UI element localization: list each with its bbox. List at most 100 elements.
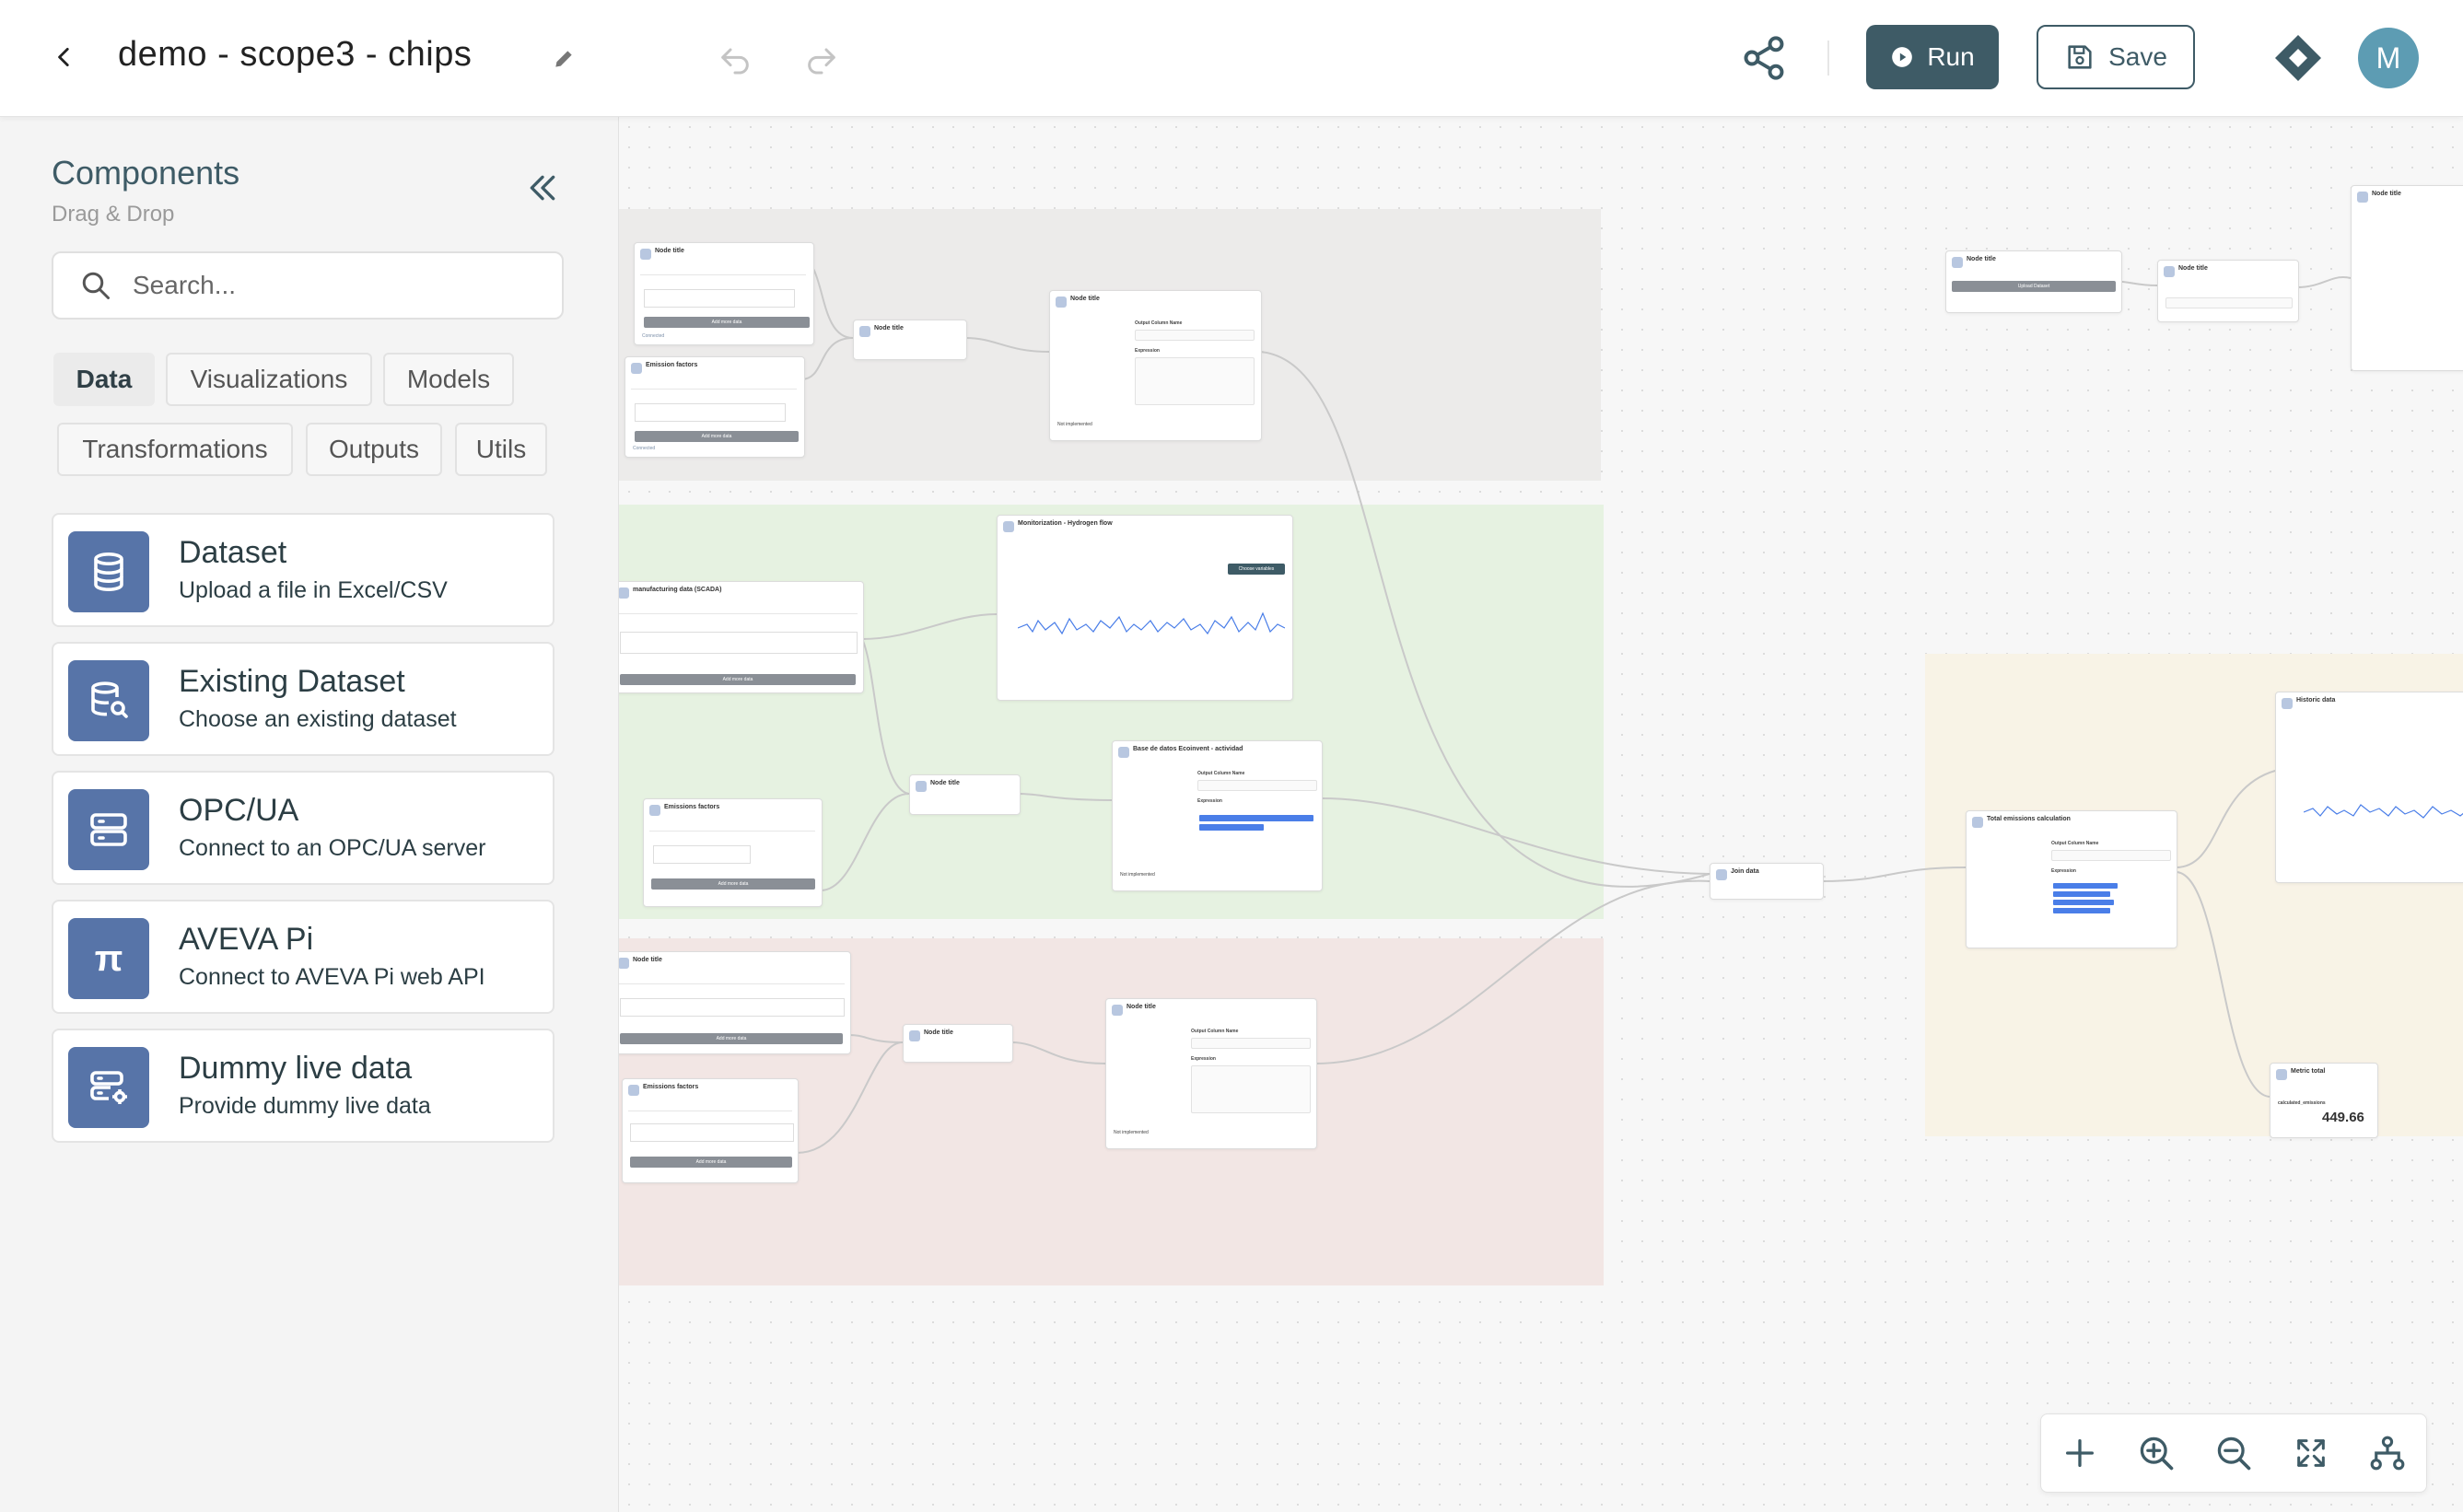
component-existing-dataset[interactable]: Existing Dataset Choose an existing data… — [52, 642, 554, 756]
component-name: Dummy live data — [179, 1051, 413, 1086]
zoom-out-button[interactable] — [2204, 1424, 2263, 1483]
node-title: Node title — [655, 248, 684, 254]
expression-input[interactable] — [1191, 1065, 1311, 1113]
undo-button[interactable] — [711, 35, 759, 83]
expression-highlight — [1199, 815, 1313, 821]
node-emission-factors[interactable]: Emission factors Add more data Connected — [625, 356, 805, 458]
node-emissions-factors-red[interactable]: Emissions factors Add more data — [622, 1078, 799, 1183]
node-expression-1[interactable]: Node title Output Column Name Expression… — [1049, 290, 1262, 441]
edge — [1821, 866, 1967, 882]
tab-models[interactable]: Models — [383, 353, 514, 406]
output-column-input[interactable] — [1197, 780, 1317, 791]
output-column-input[interactable] — [1135, 330, 1255, 341]
node-title: Base de datos Ecoinvent - actividad — [1133, 746, 1243, 752]
edge — [964, 337, 1050, 353]
fit-view-button[interactable] — [2282, 1424, 2340, 1483]
tab-transformations[interactable]: Transformations — [57, 423, 293, 476]
node-icon — [2357, 192, 2368, 203]
add-data-button[interactable]: Add more data — [644, 317, 810, 328]
node-manufacturing-data[interactable]: manufacturing data (SCADA) Add more data — [619, 581, 864, 693]
add-node-button[interactable] — [2050, 1424, 2109, 1483]
output-column-input[interactable] — [2051, 850, 2171, 861]
pi-icon: π — [68, 918, 149, 999]
node-output-text[interactable]: Node title — [2351, 185, 2463, 371]
node-dataset-red[interactable]: Node title Add more data — [619, 951, 851, 1054]
add-data-button[interactable]: Add more data — [630, 1157, 792, 1168]
sidebar-subtitle: Drag & Drop — [52, 202, 175, 227]
model-select[interactable] — [2165, 297, 2293, 308]
database-icon — [68, 531, 149, 612]
search-input[interactable] — [131, 270, 540, 301]
app-logo-icon[interactable] — [2270, 29, 2327, 87]
node-title: Node title — [930, 780, 960, 786]
share-button[interactable] — [1737, 31, 1791, 85]
user-avatar[interactable]: M — [2358, 28, 2419, 88]
node-title: Node title — [924, 1029, 953, 1036]
node-monitorization-chart[interactable]: Monitorization - Hydrogen flow Choose va… — [997, 515, 1293, 701]
save-label: Save — [2108, 42, 2167, 71]
node-preview-table — [635, 403, 786, 422]
tab-visualizations[interactable]: Visualizations — [166, 353, 372, 406]
undo-icon — [721, 48, 749, 75]
component-aveva-pi[interactable]: π AVEVA Pi Connect to AVEVA Pi web API — [52, 900, 554, 1014]
floppy-disk-icon — [2068, 45, 2092, 69]
node-title: Node title — [2372, 191, 2401, 197]
node-title: Node title — [1126, 1004, 1156, 1010]
component-opcua[interactable]: OPC/UA Connect to an OPC/UA server — [52, 771, 554, 885]
output-column-label: Output Column Name — [1135, 320, 1183, 326]
expression-highlight — [2053, 908, 2110, 913]
share-icon — [1744, 36, 1784, 80]
component-dataset[interactable]: Dataset Upload a file in Excel/CSV — [52, 513, 554, 627]
edit-title-button[interactable] — [543, 39, 584, 79]
add-data-button[interactable]: Add more data — [651, 878, 815, 890]
node-join-1[interactable]: Node title — [853, 320, 967, 360]
node-divider — [649, 831, 815, 832]
node-icon — [1952, 257, 1963, 268]
node-join-data[interactable]: Join data — [1710, 863, 1824, 900]
output-column-input[interactable] — [1191, 1038, 1311, 1049]
node-dataset-1[interactable]: Node title Add more data Connected — [634, 242, 814, 345]
back-button[interactable] — [41, 33, 88, 81]
node-emissions-factors-2[interactable]: Emissions factors Add more data — [643, 798, 823, 907]
node-upload-dataset[interactable]: Node title Upload Dataset — [1945, 250, 2122, 313]
add-data-button[interactable]: Add more data — [620, 674, 856, 685]
node-model[interactable]: Node title — [2157, 260, 2299, 322]
edge — [1259, 351, 1710, 888]
node-total-emissions[interactable]: Total emissions calculation Output Colum… — [1966, 810, 2177, 948]
node-icon — [631, 363, 642, 374]
run-button[interactable]: Run — [1866, 25, 1999, 89]
node-icon — [619, 587, 629, 599]
tab-outputs[interactable]: Outputs — [306, 423, 442, 476]
node-icon — [916, 781, 927, 792]
auto-layout-button[interactable] — [2358, 1424, 2417, 1483]
node-icon — [1056, 297, 1067, 308]
historic-data-sparkline — [2304, 804, 2463, 819]
node-join-2[interactable]: Node title — [909, 774, 1021, 815]
flow-canvas[interactable]: Node title Add more data Connected Emiss… — [619, 117, 2463, 1512]
top-toolbar: demo - scope3 - chips Run Save M — [0, 0, 2463, 117]
node-historic-data[interactable]: Historic data — [2275, 692, 2463, 883]
search-icon — [79, 269, 112, 302]
node-ecoinvent[interactable]: Base de datos Ecoinvent - actividad Outp… — [1112, 740, 1323, 891]
node-metric-total[interactable]: Metric total calculated_emissions 449.66 — [2270, 1063, 2378, 1138]
zoom-in-button[interactable] — [2127, 1424, 2186, 1483]
component-dummy-live-data[interactable]: Dummy live data Provide dummy live data — [52, 1029, 554, 1143]
node-title: Node title — [2178, 265, 2208, 272]
output-column-label: Output Column Name — [1197, 771, 1245, 776]
expression-input[interactable] — [1135, 357, 1255, 405]
edge — [1018, 793, 1113, 801]
collapse-sidebar-button[interactable] — [519, 165, 566, 211]
node-expression-red[interactable]: Node title Output Column Name Expression… — [1105, 998, 1317, 1149]
tab-data[interactable]: Data — [53, 353, 155, 406]
add-data-button[interactable]: Add more data — [635, 431, 799, 442]
page-title: demo - scope3 - chips — [118, 35, 473, 74]
save-button[interactable]: Save — [2037, 25, 2195, 89]
choose-variables-button[interactable]: Choose variables — [1228, 564, 1285, 575]
tab-utils[interactable]: Utils — [455, 423, 547, 476]
node-join-3[interactable]: Node title — [903, 1024, 1013, 1063]
node-divider — [619, 613, 858, 614]
upload-dataset-button[interactable]: Upload Dataset — [1952, 281, 2116, 292]
redo-button[interactable] — [798, 35, 846, 83]
add-data-button[interactable]: Add more data — [620, 1033, 843, 1044]
expression-highlight — [2053, 891, 2110, 897]
